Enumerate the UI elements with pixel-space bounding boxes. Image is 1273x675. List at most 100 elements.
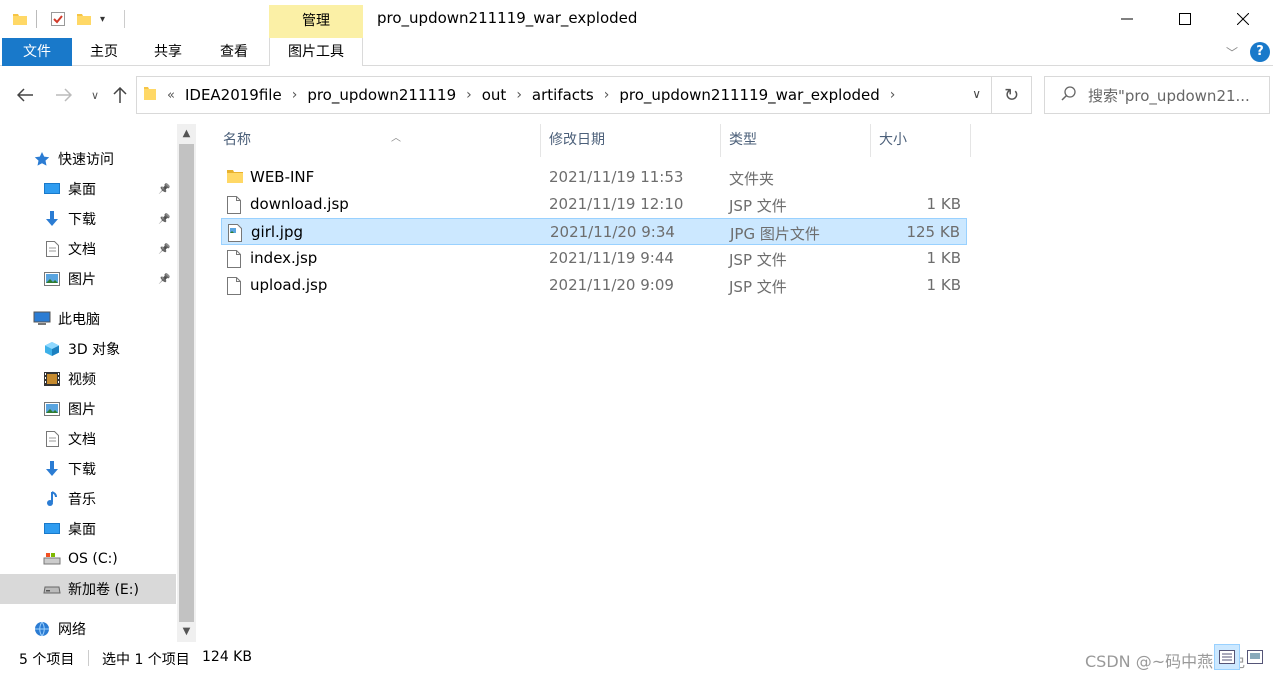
pin-icon[interactable]: 📌 <box>158 244 170 255</box>
file-list: 名称 ︿ 修改日期 类型 大小 WEB-INF 2021/11/19 11:53 文… <box>197 124 1273 642</box>
close-icon <box>1237 13 1249 25</box>
breadcrumb-item[interactable]: IDEA2019file <box>185 86 282 104</box>
up-button[interactable] <box>108 84 132 106</box>
new-folder-icon[interactable] <box>76 10 92 28</box>
sidebar-item[interactable]: 文档 <box>0 424 176 454</box>
window-title: pro_updown211119_war_exploded <box>377 9 638 27</box>
sidebar-scrollbar[interactable]: ▲ ▼ <box>177 124 196 642</box>
tab-home[interactable]: 主页 <box>80 38 128 66</box>
file-date: 2021/11/19 11:53 <box>549 168 684 186</box>
desktop-icon <box>43 521 61 537</box>
manage-context-tab[interactable]: 管理 <box>269 5 363 38</box>
sidebar-item[interactable]: 3D 对象 <box>0 334 176 364</box>
network-icon <box>33 621 51 637</box>
refresh-button[interactable]: ↻ <box>992 76 1032 114</box>
file-row[interactable]: download.jsp 2021/11/19 12:10 JSP 文件 1 KB <box>221 191 967 218</box>
column-headers: 名称 ︿ 修改日期 类型 大小 <box>197 124 1273 157</box>
column-header-type[interactable]: 类型 <box>721 124 871 157</box>
sidebar-item[interactable]: 文档 📌 <box>0 234 176 264</box>
breadcrumb-item[interactable]: pro_updown211119 <box>307 86 456 104</box>
back-button[interactable] <box>13 84 37 106</box>
sort-ascending-icon: ︿ <box>391 133 401 144</box>
pin-icon[interactable]: 📌 <box>158 214 170 225</box>
folder-icon <box>143 85 157 105</box>
sidebar-item-label: 下载 <box>68 212 96 228</box>
breadcrumb-item[interactable]: artifacts <box>532 86 594 104</box>
sidebar-item[interactable]: 下载 <box>0 454 176 484</box>
file-row[interactable]: upload.jsp 2021/11/20 9:09 JSP 文件 1 KB <box>221 272 967 299</box>
scroll-up-icon[interactable]: ▲ <box>177 124 196 144</box>
column-header-size[interactable]: 大小 <box>871 124 971 157</box>
sidebar-item[interactable]: 桌面 <box>0 514 176 544</box>
pin-icon[interactable]: 📌 <box>158 274 170 285</box>
scroll-thumb[interactable] <box>179 144 194 622</box>
maximize-icon <box>1179 13 1191 25</box>
breadcrumb-chevron-icon[interactable]: › <box>292 87 298 103</box>
sidebar-item-label: 此电脑 <box>58 312 100 328</box>
sidebar-item[interactable]: 图片 📌 <box>0 264 176 294</box>
computer-icon <box>33 311 51 327</box>
maximize-button[interactable] <box>1156 4 1214 34</box>
sidebar-item[interactable]: 图片 <box>0 394 176 424</box>
sidebar-item[interactable]: 新加卷 (E:) <box>0 574 176 604</box>
column-header-date[interactable]: 修改日期 <box>541 124 721 157</box>
properties-icon[interactable] <box>50 10 66 28</box>
folder-icon <box>227 169 243 187</box>
search-box[interactable]: 搜索"pro_updown21... <box>1044 76 1270 114</box>
recent-locations-button[interactable]: ∨ <box>83 84 107 106</box>
sidebar-item[interactable]: OS (C:) <box>0 544 176 574</box>
sidebar-item-label: 文档 <box>68 432 96 448</box>
breadcrumb-chevron-icon[interactable]: › <box>516 87 522 103</box>
tab-file[interactable]: 文件 <box>2 38 72 66</box>
forward-button[interactable] <box>52 84 76 106</box>
tab-picture-tools[interactable]: 图片工具 <box>269 38 363 66</box>
expand-ribbon-chevron-icon[interactable]: ﹀ <box>1226 44 1238 61</box>
sidebar-item[interactable]: 此电脑 <box>0 304 176 334</box>
breadcrumb-chevron-icon[interactable]: › <box>604 87 610 103</box>
status-bar: 5 个项目 选中 1 个项目 124 KB CSDN @~码中燕燕免 <box>0 642 1273 675</box>
file-type: JSP 文件 <box>729 251 787 269</box>
refresh-icon: ↻ <box>1003 84 1020 106</box>
pin-icon[interactable]: 📌 <box>158 184 170 195</box>
large-icons-view-button[interactable] <box>1242 644 1268 670</box>
column-header-name[interactable]: 名称 ︿ <box>215 124 541 157</box>
breadcrumb-item[interactable]: out <box>482 86 507 104</box>
breadcrumb-chevron-icon[interactable]: › <box>890 87 896 103</box>
minimize-button[interactable] <box>1098 4 1156 34</box>
file-date: 2021/11/20 9:09 <box>549 276 674 294</box>
customize-toolbar-dropdown-icon[interactable]: ▾ <box>100 10 105 28</box>
breadcrumb-chevron-icon[interactable]: › <box>466 87 472 103</box>
file-name: WEB-INF <box>250 168 315 186</box>
sidebar-item[interactable]: 快速访问 <box>0 144 176 174</box>
sidebar-item[interactable]: 视频 <box>0 364 176 394</box>
file-size: 1 KB <box>926 276 961 294</box>
close-button[interactable] <box>1214 4 1272 34</box>
file-name: download.jsp <box>250 195 349 213</box>
folder-icon[interactable] <box>12 10 28 28</box>
download-icon <box>43 211 61 227</box>
sidebar-item[interactable]: 下载 📌 <box>0 204 176 234</box>
video-icon <box>43 371 61 387</box>
title-bar: ▾ 管理 pro_updown211119_war_exploded <box>0 0 1273 38</box>
breadcrumb-item[interactable]: pro_updown211119_war_exploded <box>619 86 879 104</box>
address-bar[interactable]: « IDEA2019file › pro_updown211119 › out … <box>136 76 992 114</box>
sidebar-item-label: 桌面 <box>68 182 96 198</box>
sidebar-item-label: 图片 <box>68 402 96 418</box>
tab-view[interactable]: 查看 <box>208 38 260 66</box>
picture-icon <box>43 271 61 287</box>
item-count: 5 个项目 <box>19 652 75 668</box>
address-history-dropdown-icon[interactable]: ∨ <box>972 87 981 101</box>
sidebar-item[interactable]: 音乐 <box>0 484 176 514</box>
sidebar-item[interactable]: 网络 <box>0 614 176 644</box>
file-row[interactable]: girl.jpg 2021/11/20 9:34 JPG 图片文件 125 KB <box>221 218 967 245</box>
file-row[interactable]: index.jsp 2021/11/19 9:44 JSP 文件 1 KB <box>221 245 967 272</box>
file-row[interactable]: WEB-INF 2021/11/19 11:53 文件夹 <box>221 164 967 191</box>
tab-share[interactable]: 共享 <box>144 38 192 66</box>
sidebar-item[interactable]: 桌面 📌 <box>0 174 176 204</box>
help-icon[interactable]: ? <box>1250 42 1270 62</box>
navigation-pane: 快速访问 桌面 📌 下载 📌 文档 📌 图片 📌 此电脑 3D 对象 视频 图片 文档 下载 音乐 桌面 OS (… <box>0 124 196 642</box>
sidebar-item-label: 音乐 <box>68 492 96 508</box>
scroll-down-icon[interactable]: ▼ <box>177 622 196 642</box>
overflow-crumb[interactable]: « <box>167 88 175 103</box>
details-view-button[interactable] <box>1214 644 1240 670</box>
